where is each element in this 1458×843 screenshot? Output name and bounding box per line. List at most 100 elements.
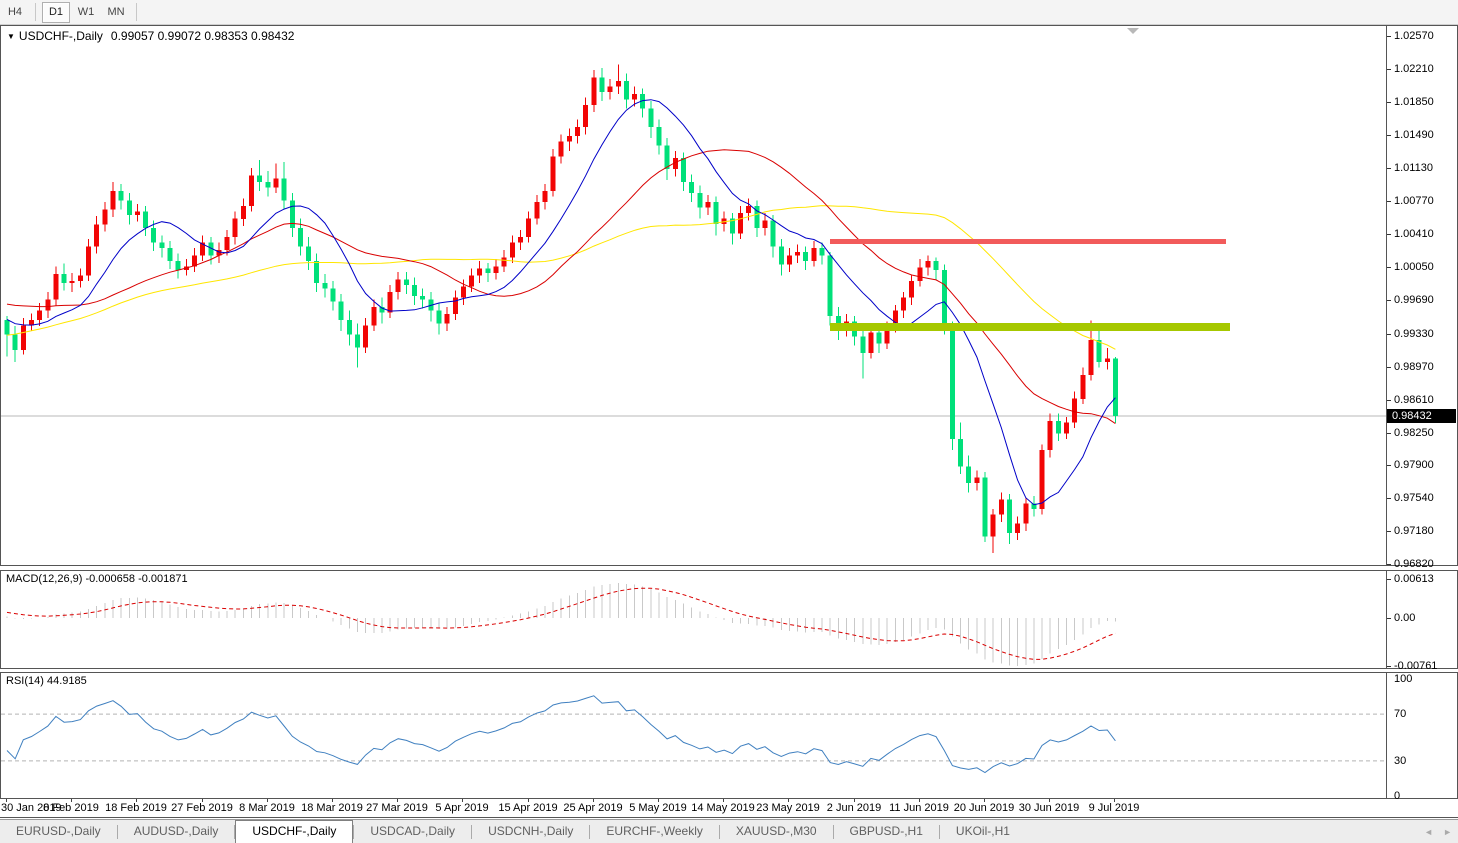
price-axis-label: 1.01850	[1394, 96, 1434, 108]
price-axis-label: 0.96820	[1394, 558, 1434, 570]
price-axis-label: 1.00050	[1394, 261, 1434, 273]
candle	[600, 68, 605, 101]
candle	[379, 298, 384, 324]
candle	[102, 202, 107, 231]
axis-tick	[1387, 36, 1391, 37]
axis-tick	[1387, 564, 1391, 565]
chart-symbol-label: USDCHF-,Daily	[19, 29, 103, 43]
chart-tab-gbpusd[interactable]: GBPUSD-,H1	[834, 820, 939, 843]
candle	[518, 230, 523, 250]
candle	[388, 285, 393, 318]
collapse-indicator-icon[interactable]: ▼	[7, 32, 15, 41]
candle	[371, 300, 376, 331]
axis-tick	[1387, 400, 1391, 401]
candle	[437, 303, 442, 334]
main-chart-plot[interactable]: ▼USDCHF-,Daily0.99057 0.99072 0.98353 0.…	[1, 26, 1387, 565]
candle	[795, 245, 800, 263]
timeframe-button-h4[interactable]: H4	[1, 2, 29, 23]
chart-tab-eurchf[interactable]: EURCHF-,Weekly	[590, 820, 718, 843]
axis-tick	[1387, 69, 1391, 70]
price-axis-label: 0.97540	[1394, 492, 1434, 504]
candle	[273, 164, 278, 193]
price-axis-label: 1.01130	[1394, 162, 1433, 174]
candle	[926, 256, 931, 276]
candle	[363, 318, 368, 353]
candle	[1031, 496, 1036, 516]
chart-tab-usdcnh[interactable]: USDCNH-,Daily	[472, 820, 589, 843]
candle	[111, 182, 116, 217]
axis-tick	[1387, 201, 1391, 202]
candle	[216, 243, 221, 263]
price-axis-label: 0.98610	[1394, 394, 1434, 406]
chart-tab-usdchf[interactable]: USDCHF-,Daily	[235, 820, 353, 843]
candle	[559, 134, 564, 163]
candle	[787, 248, 792, 272]
macd-label: MACD(12,26,9) -0.000658 -0.001871	[6, 573, 188, 585]
candle	[999, 492, 1004, 521]
candle	[828, 252, 833, 325]
candle	[1015, 516, 1020, 540]
candle	[502, 250, 507, 272]
candle	[640, 88, 645, 117]
candle	[526, 211, 531, 242]
date-axis-label: 11 Jun 2019	[889, 802, 949, 814]
date-axis-label: 5 May 2019	[629, 802, 686, 814]
time-axis[interactable]: 30 Jan 20198 Feb 201918 Feb 201927 Feb 2…	[0, 799, 1456, 817]
price-axis-label: 0.99690	[1394, 294, 1434, 306]
price-axis-label: 0.98970	[1394, 361, 1434, 373]
macd-axis[interactable]: 0.006130.00-0.00761	[1387, 571, 1457, 668]
candle	[730, 213, 735, 244]
candle	[1048, 413, 1053, 457]
candle	[779, 239, 784, 276]
candle	[868, 327, 873, 358]
candle	[616, 65, 621, 94]
macd-axis-label: -0.00761	[1394, 660, 1437, 672]
timeframe-button-w1[interactable]: W1	[72, 2, 100, 23]
tab-scroll-left-icon[interactable]: ◄	[1424, 827, 1433, 837]
candle	[94, 216, 99, 254]
candle	[53, 267, 58, 307]
chart-tab-usdcad[interactable]: USDCAD-,Daily	[354, 820, 471, 843]
chart-shift-marker-icon[interactable]	[1127, 28, 1139, 34]
candle	[591, 70, 596, 112]
ma-line-mid	[7, 150, 1115, 424]
candle	[485, 263, 490, 282]
candle	[176, 254, 181, 279]
candle	[974, 470, 979, 490]
candle	[404, 272, 409, 294]
price-axis-label: 1.02210	[1394, 63, 1434, 75]
rsi-plot[interactable]: RSI(14) 44.9185	[1, 673, 1387, 798]
chart-tab-eurusd[interactable]: EURUSD-,Daily	[0, 820, 117, 843]
candle	[143, 206, 148, 236]
candle	[29, 313, 34, 331]
axis-tick	[1387, 666, 1391, 667]
candle	[200, 235, 205, 261]
price-axis-label: 1.02570	[1394, 30, 1434, 42]
candle	[575, 120, 580, 144]
candle	[697, 186, 702, 219]
candle	[21, 318, 26, 355]
macd-plot[interactable]: MACD(12,26,9) -0.000658 -0.001871	[1, 571, 1387, 668]
candle	[958, 423, 963, 474]
timeframe-button-mn[interactable]: MN	[102, 2, 130, 23]
chart-tab-audusd[interactable]: AUDUSD-,Daily	[118, 820, 235, 843]
candle	[510, 235, 515, 262]
candle	[714, 197, 719, 236]
candle	[567, 129, 572, 151]
axis-tick	[1387, 531, 1391, 532]
candle	[534, 195, 539, 224]
chart-tab-xauusd[interactable]: XAUUSD-,M30	[720, 820, 833, 843]
chart-tab-ukoil[interactable]: UKOil-,H1	[940, 820, 1026, 843]
candle	[62, 264, 67, 291]
candle	[665, 138, 670, 180]
timeframe-button-d1[interactable]: D1	[42, 2, 70, 23]
rsi-axis[interactable]: 10070300	[1387, 673, 1457, 798]
candle	[689, 175, 694, 203]
candle	[412, 278, 417, 306]
macd-axis-label: 0.00	[1394, 612, 1415, 624]
axis-tick	[1387, 367, 1391, 368]
rsi-axis-label: 100	[1394, 673, 1412, 685]
price-axis[interactable]: 1.025701.022101.018501.014901.011301.007…	[1387, 26, 1457, 565]
rsi-axis-label: 70	[1394, 708, 1406, 720]
tab-scroll-right-icon[interactable]: ►	[1443, 827, 1452, 837]
